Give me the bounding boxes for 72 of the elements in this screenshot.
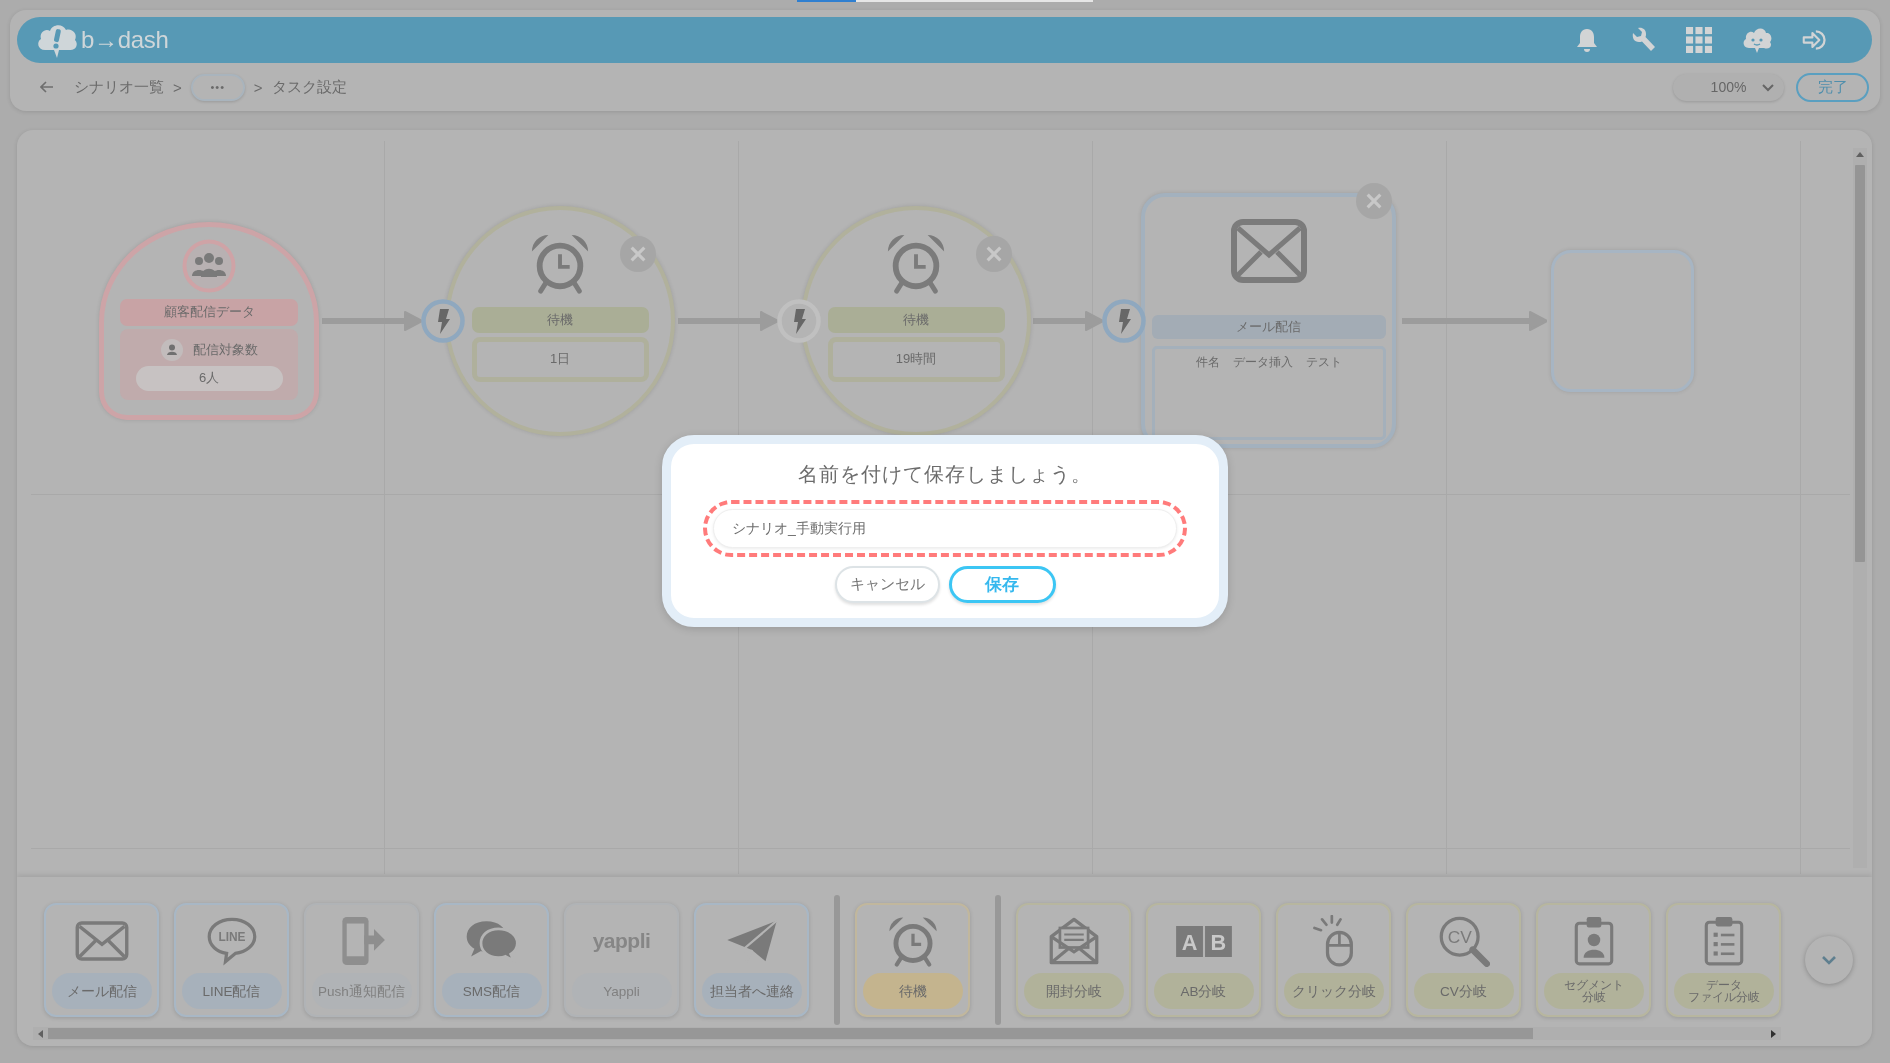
- breadcrumb-separator: >: [173, 78, 182, 96]
- chat-bubble-icon: LINE: [205, 916, 258, 966]
- dialog-title: 名前を付けて保存しましょう。: [798, 462, 1092, 487]
- cancel-button[interactable]: キャンセル: [834, 566, 940, 603]
- wait-node[interactable]: 待機 1日: [445, 205, 675, 436]
- wait-duration: 19時間: [827, 336, 1005, 382]
- node-title: 待機: [471, 306, 649, 333]
- breadcrumb-link[interactable]: シナリオ一覧: [74, 77, 164, 97]
- subject-text: テスト: [1305, 354, 1342, 371]
- palette-tile[interactable]: 待機: [855, 903, 970, 1017]
- palette-tile[interactable]: メール配信: [44, 903, 159, 1017]
- palette-tile[interactable]: A B AB分岐: [1146, 903, 1261, 1017]
- breadcrumb-separator: >: [253, 78, 263, 96]
- envelope-icon: [74, 920, 129, 962]
- subject-label: 件名: [1195, 354, 1220, 371]
- bell-icon[interactable]: [1574, 27, 1600, 53]
- wait-node[interactable]: 待機 19時間: [801, 205, 1031, 436]
- target-count-value: 6人: [135, 365, 283, 391]
- collapse-toggle-button[interactable]: [1805, 936, 1853, 984]
- scroll-up-arrow-icon[interactable]: [1856, 152, 1864, 157]
- close-icon[interactable]: [976, 235, 1012, 272]
- mail-node[interactable]: メール配信 件名 データ挿入 テスト: [1141, 193, 1396, 448]
- palette-tile[interactable]: セグメント 分岐: [1536, 903, 1651, 1017]
- connector-arrow: [1033, 310, 1103, 331]
- save-button[interactable]: 保存: [948, 566, 1056, 603]
- back-arrow-icon[interactable]: [40, 81, 54, 93]
- empty-node[interactable]: [1551, 249, 1694, 392]
- node-title: メール配信: [1151, 315, 1386, 339]
- name-field[interactable]: シナリオ_手動実行用: [713, 509, 1177, 548]
- wrench-icon[interactable]: [1630, 27, 1656, 53]
- breadcrumb-current: タスク設定: [271, 77, 347, 97]
- open-envelope-icon: [1047, 916, 1100, 966]
- done-button[interactable]: 完了: [1796, 72, 1869, 102]
- palette-tile[interactable]: LINE LINE配信: [174, 903, 289, 1017]
- lightning-bolt-icon[interactable]: [777, 298, 821, 343]
- horizontal-scrollbar[interactable]: [33, 1027, 1781, 1040]
- palette-tile[interactable]: SMS配信: [434, 903, 549, 1017]
- clipboard-list-icon: [1703, 916, 1744, 966]
- grid-icon[interactable]: [1686, 27, 1712, 53]
- palette-tile[interactable]: クリック分岐: [1276, 903, 1391, 1017]
- mouse-click-icon: [1311, 915, 1356, 967]
- sign-in-icon[interactable]: [1802, 27, 1828, 53]
- palette-tile[interactable]: CV CV分岐: [1406, 903, 1521, 1017]
- more-button[interactable]: •••: [190, 73, 245, 101]
- lightning-bolt-icon[interactable]: [1102, 298, 1146, 343]
- scroll-left-arrow-icon[interactable]: [38, 1029, 43, 1038]
- wait-duration: 1日: [471, 336, 649, 382]
- palette-tile[interactable]: 開封分岐: [1016, 903, 1131, 1017]
- chevron-down-icon: [1821, 955, 1837, 965]
- scrollbar-thumb[interactable]: [48, 1028, 1533, 1039]
- cloud-face-icon[interactable]: [1742, 26, 1772, 54]
- palette-tile[interactable]: データ ファイル分岐: [1666, 903, 1781, 1017]
- envelope-icon: [1230, 219, 1307, 283]
- lightning-bolt-icon[interactable]: [421, 298, 465, 343]
- people-icon: [182, 238, 236, 293]
- palette-tile[interactable]: 担当者へ連絡: [694, 903, 809, 1017]
- vertical-scrollbar[interactable]: [1853, 148, 1867, 868]
- chevron-down-icon: [1762, 83, 1774, 92]
- person-icon: [160, 338, 183, 361]
- segment-node[interactable]: 顧客配信データ 配信対象数 6人: [99, 221, 319, 420]
- target-count-label: 配信対象数: [192, 340, 258, 359]
- node-title: 待機: [827, 306, 1005, 333]
- subject-text: データ挿入: [1232, 354, 1293, 371]
- scroll-right-arrow-icon[interactable]: [1771, 1029, 1776, 1038]
- id-badge-icon: [1573, 916, 1614, 966]
- close-icon[interactable]: [620, 235, 656, 272]
- alarm-clock-icon: [886, 915, 939, 967]
- zoom-select[interactable]: 100%: [1673, 73, 1784, 101]
- node-title: 顧客配信データ: [120, 298, 298, 326]
- logo-text: b→dash: [81, 26, 169, 54]
- scrollbar-thumb[interactable]: [1855, 165, 1865, 562]
- close-icon[interactable]: [1356, 183, 1392, 219]
